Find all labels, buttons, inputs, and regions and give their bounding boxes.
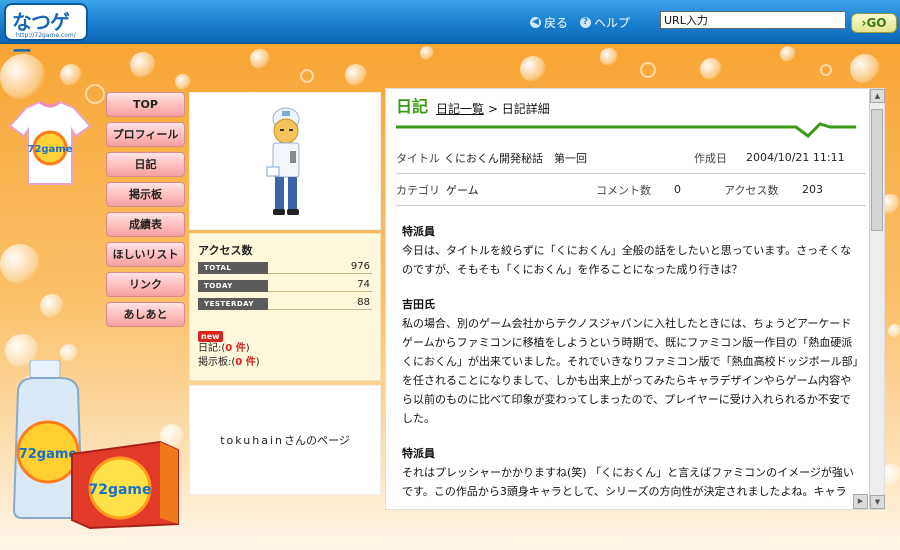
avatar-panel (189, 92, 381, 230)
stat-today: TODAY 74 (198, 279, 372, 292)
meta-row-1: タイトル くにおくん開発秘話 第一回 作成日 2004/10/21 11:11 (396, 142, 866, 174)
profile-column: アクセス数 TOTAL 976 TODAY 74 YESTERDAY 88 ne… (189, 92, 381, 495)
diary-count-line[interactable]: 日記:(0 件) (198, 342, 372, 356)
tshirt-logo: 72game (27, 144, 72, 155)
go-label: GO (866, 16, 887, 30)
diary-count-label: 日記: (198, 343, 222, 354)
diary-title-row: 日記 日記一覧 > 日記詳細 (396, 89, 866, 121)
breadcrumb-diary-list[interactable]: 日記一覧 (436, 102, 484, 116)
meta-row-2: カテゴリ ゲーム コメント数 0 アクセス数 203 (396, 174, 866, 206)
scroll-up-icon[interactable]: ▲ (870, 89, 885, 103)
go-button[interactable]: ›GO (851, 13, 897, 33)
diary-body: 特派員 今日は、タイトルを絞らずに「くにおくん」全般の話をしたいと思っています。… (396, 206, 866, 501)
board-count-value: 0 件 (235, 357, 256, 368)
box-logo: 72game (88, 482, 151, 498)
meta-access-value: 203 (802, 183, 823, 196)
speaker-name: 吉田氏 (402, 298, 435, 311)
meta-comments-value: 0 (674, 183, 681, 196)
stat-today-value: 74 (268, 279, 372, 292)
meta-category-value: ゲーム (446, 183, 479, 197)
owner-panel: tokuhain さんのページ (189, 385, 381, 495)
avatar[interactable] (260, 105, 312, 217)
board-count-line[interactable]: 掲示板:(0 件) (198, 356, 372, 370)
access-title: アクセス数 (198, 244, 253, 257)
menu-item-board[interactable]: 掲示板 (106, 182, 185, 207)
diary-count-close: ) (245, 343, 250, 354)
menu-item-footprints[interactable]: あしあと (106, 302, 185, 327)
top-header: なつゲー http://72game.com/ ◀ 戻る ? ヘルプ ›GO (0, 0, 900, 63)
site-logo[interactable]: なつゲー http://72game.com/ (4, 3, 88, 63)
meta-title-label: タイトル (396, 151, 440, 165)
stat-total-value: 976 (268, 261, 372, 274)
scroll-down-icon[interactable]: ▼ (870, 495, 885, 509)
menu-item-scores[interactable]: 成績表 (106, 212, 185, 237)
diary-count-value: 0 件 (225, 343, 246, 354)
menu-item-links[interactable]: リンク (106, 272, 185, 297)
back-link[interactable]: ◀ 戻る (530, 14, 568, 31)
back-label: 戻る (544, 16, 569, 30)
help-label: ヘルプ (594, 16, 631, 30)
section-title: 日記 (396, 97, 429, 116)
detergent-box-icon: 72game (71, 440, 179, 530)
speaker-text: それはプレッシャーかかりますね(笑) 「くにおくん」と言えばファミコンのイメージ… (402, 466, 854, 498)
stat-yesterday-label: YESTERDAY (198, 297, 268, 310)
url-input[interactable] (660, 11, 846, 29)
meta-access-label: アクセス数 (724, 183, 779, 197)
new-badge: new (198, 331, 223, 342)
owner-name: tokuhain (220, 433, 284, 447)
menu-item-top[interactable]: TOP (106, 92, 185, 117)
speaker-name: 特派員 (402, 225, 435, 238)
stat-yesterday-value: 88 (268, 297, 372, 310)
stat-total: TOTAL 976 (198, 261, 372, 274)
board-count-close: ) (255, 357, 260, 368)
help-icon: ? (580, 17, 591, 28)
meta-category-label: カテゴリ (396, 183, 440, 197)
stat-today-label: TODAY (198, 279, 268, 292)
stat-yesterday: YESTERDAY 88 (198, 297, 372, 310)
breadcrumb-separator: > (487, 102, 498, 116)
menu-item-wishlist[interactable]: ほしいリスト (106, 242, 185, 267)
menu-item-diary[interactable]: 日記 (106, 152, 185, 177)
tshirt-icon: 72game (8, 100, 92, 185)
access-panel: アクセス数 TOTAL 976 TODAY 74 YESTERDAY 88 ne… (189, 233, 381, 381)
help-link[interactable]: ? ヘルプ (580, 14, 630, 31)
back-arrow-icon: ◀ (530, 17, 541, 28)
owner-suffix: さんのページ (284, 434, 350, 447)
speaker-name: 特派員 (402, 447, 435, 460)
logo-url: http://72game.com/ (16, 32, 76, 39)
scroll-right-icon[interactable]: ▶ (853, 494, 868, 509)
title-divider (396, 122, 856, 138)
menu-item-profile[interactable]: プロフィール (106, 122, 185, 147)
side-menu: TOP プロフィール 日記 掲示板 成績表 ほしいリスト リンク あしあと (106, 92, 185, 332)
diary-panel: 日記 日記一覧 > 日記詳細 タイトル くにおくん開発秘話 第一回 作成日 20… (385, 88, 885, 510)
speaker-text: 私の場合、別のゲーム会社からテクノスジャパンに入社したときには、ちょうどアーケー… (402, 317, 859, 425)
meta-created-value: 2004/10/21 11:11 (746, 151, 845, 164)
meta-title-value: くにおくん開発秘話 第一回 (444, 151, 587, 165)
diary-content: 日記 日記一覧 > 日記詳細 タイトル くにおくん開発秘話 第一回 作成日 20… (396, 89, 866, 509)
vertical-scrollbar[interactable]: ▲ ▼ (869, 89, 885, 509)
breadcrumb: 日記一覧 > 日記詳細 (436, 100, 550, 117)
stat-total-label: TOTAL (198, 261, 268, 274)
meta-comments-label: コメント数 (596, 183, 651, 197)
scroll-thumb[interactable] (871, 109, 883, 231)
breadcrumb-current: 日記詳細 (501, 102, 550, 116)
meta-created-label: 作成日 (694, 151, 727, 165)
board-count-label: 掲示板: (198, 357, 232, 368)
speaker-text: 今日は、タイトルを絞らずに「くにおくん」全般の話をしたいと思っています。さっそく… (402, 244, 852, 276)
